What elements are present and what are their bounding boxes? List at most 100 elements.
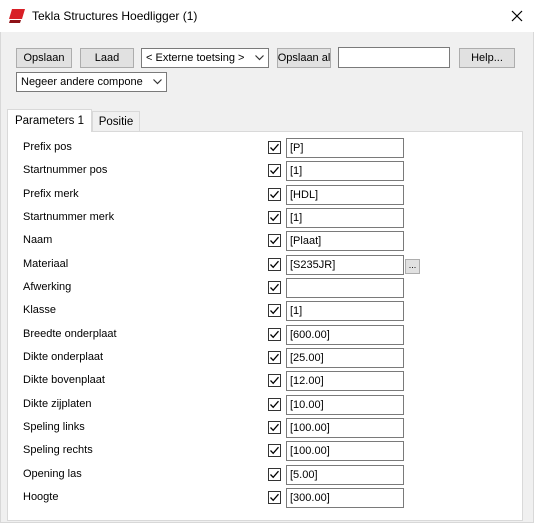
param-value-field[interactable]: [S235JR] bbox=[286, 255, 404, 275]
param-value-field[interactable]: [1] bbox=[286, 161, 404, 181]
param-label: Hoogte bbox=[23, 491, 59, 503]
filter-select[interactable]: Negeer andere compone bbox=[16, 72, 167, 92]
param-enable-checkbox[interactable] bbox=[268, 421, 281, 434]
preset-select[interactable]: < Externe toetsing > bbox=[141, 48, 269, 68]
checkmark-icon bbox=[270, 376, 279, 385]
param-enable-checkbox[interactable] bbox=[268, 398, 281, 411]
checkmark-icon bbox=[270, 423, 279, 432]
param-label: Startnummer merk bbox=[23, 211, 115, 223]
param-label: Naam bbox=[23, 234, 53, 246]
param-value-field[interactable]: [HDL] bbox=[286, 185, 404, 205]
title-bar: Tekla Structures Hoedligger (1) bbox=[0, 0, 534, 32]
load-button[interactable]: Laad bbox=[80, 48, 134, 68]
save-as-name-input[interactable] bbox=[338, 47, 450, 68]
param-row: Prefix pos [P] bbox=[8, 137, 522, 160]
checkmark-icon bbox=[270, 143, 279, 152]
checkmark-icon bbox=[270, 190, 279, 199]
param-row: Hoogte [300.00] bbox=[8, 487, 522, 510]
param-row: Speling links [100.00] bbox=[8, 417, 522, 440]
checkmark-icon bbox=[270, 213, 279, 222]
param-enable-checkbox[interactable] bbox=[268, 304, 281, 317]
checkmark-icon bbox=[270, 446, 279, 455]
param-row: Breedte onderplaat [600.00] bbox=[8, 324, 522, 347]
param-label: Breedte onderplaat bbox=[23, 328, 117, 340]
param-enable-checkbox[interactable] bbox=[268, 444, 281, 457]
param-enable-checkbox[interactable] bbox=[268, 468, 281, 481]
dialog-body: Opslaan Laad < Externe toetsing > Opslaa… bbox=[0, 32, 534, 523]
param-row: Startnummer merk [1] bbox=[8, 207, 522, 230]
checkmark-icon bbox=[270, 493, 279, 502]
checkmark-icon bbox=[270, 236, 279, 245]
checkmark-icon bbox=[270, 330, 279, 339]
param-row: Naam [Plaat] bbox=[8, 230, 522, 253]
param-label: Dikte onderplaat bbox=[23, 351, 104, 363]
param-enable-checkbox[interactable] bbox=[268, 258, 281, 271]
param-enable-checkbox[interactable] bbox=[268, 164, 281, 177]
preset-select-value: < Externe toetsing > bbox=[146, 52, 245, 64]
param-row: Prefix merk [HDL] bbox=[8, 184, 522, 207]
help-button[interactable]: Help... bbox=[459, 48, 515, 68]
tab-positie[interactable]: Positie bbox=[92, 111, 140, 131]
param-value-field[interactable]: [100.00] bbox=[286, 418, 404, 438]
param-value-field[interactable]: [10.00] bbox=[286, 395, 404, 415]
param-value-field[interactable]: [1] bbox=[286, 208, 404, 228]
window-title: Tekla Structures Hoedligger (1) bbox=[32, 9, 198, 23]
param-value-field[interactable]: [600.00] bbox=[286, 325, 404, 345]
param-enable-checkbox[interactable] bbox=[268, 491, 281, 504]
param-row: Dikte zijplaten [10.00] bbox=[8, 394, 522, 417]
param-label: Prefix merk bbox=[23, 188, 79, 200]
param-label: Opening las bbox=[23, 468, 82, 480]
checkmark-icon bbox=[270, 306, 279, 315]
checkmark-icon bbox=[270, 260, 279, 269]
param-value-field[interactable]: [P] bbox=[286, 138, 404, 158]
param-enable-checkbox[interactable] bbox=[268, 188, 281, 201]
param-row: Startnummer pos [1] bbox=[8, 160, 522, 183]
param-row: Dikte onderplaat [25.00] bbox=[8, 347, 522, 370]
param-label: Dikte zijplaten bbox=[23, 398, 92, 410]
param-label: Startnummer pos bbox=[23, 164, 108, 176]
param-label: Afwerking bbox=[23, 281, 72, 293]
param-label: Dikte bovenplaat bbox=[23, 374, 105, 386]
tekla-logo-icon bbox=[9, 9, 25, 23]
param-enable-checkbox[interactable] bbox=[268, 141, 281, 154]
checkmark-icon bbox=[270, 283, 279, 292]
param-value-field[interactable]: [Plaat] bbox=[286, 231, 404, 251]
param-row: Opening las [5.00] bbox=[8, 464, 522, 487]
param-label: Speling links bbox=[23, 421, 85, 433]
param-row: Materiaal [S235JR]... bbox=[8, 254, 522, 277]
checkmark-icon bbox=[270, 353, 279, 362]
param-label: Klasse bbox=[23, 304, 57, 316]
chevron-down-icon bbox=[153, 79, 162, 85]
param-value-field[interactable]: [12.00] bbox=[286, 371, 404, 391]
param-value-field[interactable]: [5.00] bbox=[286, 465, 404, 485]
close-button[interactable] bbox=[500, 0, 534, 32]
param-value-field[interactable]: [1] bbox=[286, 301, 404, 321]
param-label: Speling rechts bbox=[23, 444, 93, 456]
param-value-field[interactable]: [300.00] bbox=[286, 488, 404, 508]
parameters-panel: Prefix pos [P] Startnummer pos [1] Prefix me… bbox=[7, 131, 523, 521]
chevron-down-icon bbox=[255, 55, 264, 61]
param-row: Speling rechts [100.00] bbox=[8, 440, 522, 463]
param-value-field[interactable] bbox=[286, 278, 404, 298]
param-enable-checkbox[interactable] bbox=[268, 234, 281, 247]
param-enable-checkbox[interactable] bbox=[268, 374, 281, 387]
filter-select-value: Negeer andere compone bbox=[21, 76, 143, 88]
param-row: Klasse [1] bbox=[8, 300, 522, 323]
param-value-field[interactable]: [25.00] bbox=[286, 348, 404, 368]
param-enable-checkbox[interactable] bbox=[268, 211, 281, 224]
checkmark-icon bbox=[270, 470, 279, 479]
param-value-field[interactable]: [100.00] bbox=[286, 441, 404, 461]
param-enable-checkbox[interactable] bbox=[268, 281, 281, 294]
checkmark-icon bbox=[270, 166, 279, 175]
browse-material-button[interactable]: ... bbox=[405, 259, 420, 274]
param-row: Afwerking bbox=[8, 277, 522, 300]
tab-parameters-1[interactable]: Parameters 1 bbox=[7, 109, 92, 132]
checkmark-icon bbox=[270, 400, 279, 409]
save-button[interactable]: Opslaan bbox=[16, 48, 72, 68]
param-enable-checkbox[interactable] bbox=[268, 328, 281, 341]
save-as-button[interactable]: Opslaan al bbox=[277, 48, 331, 68]
close-icon bbox=[511, 10, 523, 22]
param-enable-checkbox[interactable] bbox=[268, 351, 281, 364]
param-label: Materiaal bbox=[23, 258, 69, 270]
param-row: Dikte bovenplaat [12.00] bbox=[8, 370, 522, 393]
